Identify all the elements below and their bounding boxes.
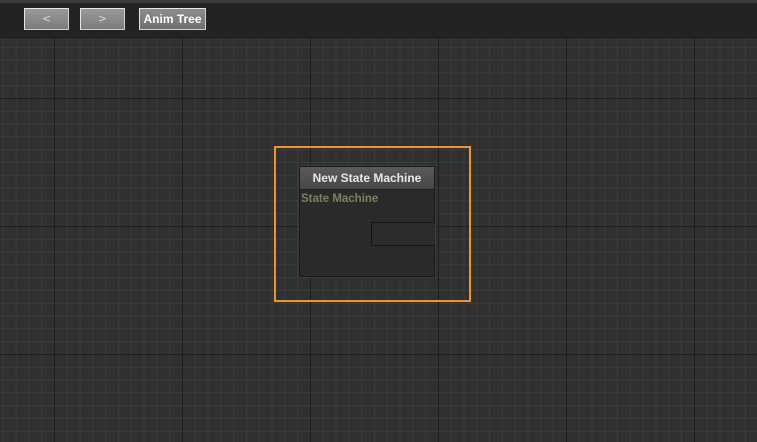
node-output-port[interactable] (371, 222, 435, 246)
node-type-label: State Machine (301, 193, 379, 205)
anim-tree-editor: < > Anim Tree New State Machine State Ma… (0, 0, 757, 442)
graph-canvas[interactable]: New State Machine State Machine (0, 38, 757, 442)
forward-button[interactable]: > (80, 8, 125, 30)
breadcrumb-label: Anim Tree (143, 12, 202, 26)
node-title[interactable]: New State Machine (300, 167, 434, 190)
breadcrumb-anim-tree[interactable]: Anim Tree (139, 8, 206, 30)
back-arrow-icon: < (41, 12, 52, 25)
back-button[interactable]: < (24, 8, 69, 30)
forward-arrow-icon: > (97, 12, 108, 25)
state-machine-node[interactable]: New State Machine State Machine (299, 166, 435, 277)
toolbar: < > Anim Tree (0, 3, 757, 38)
